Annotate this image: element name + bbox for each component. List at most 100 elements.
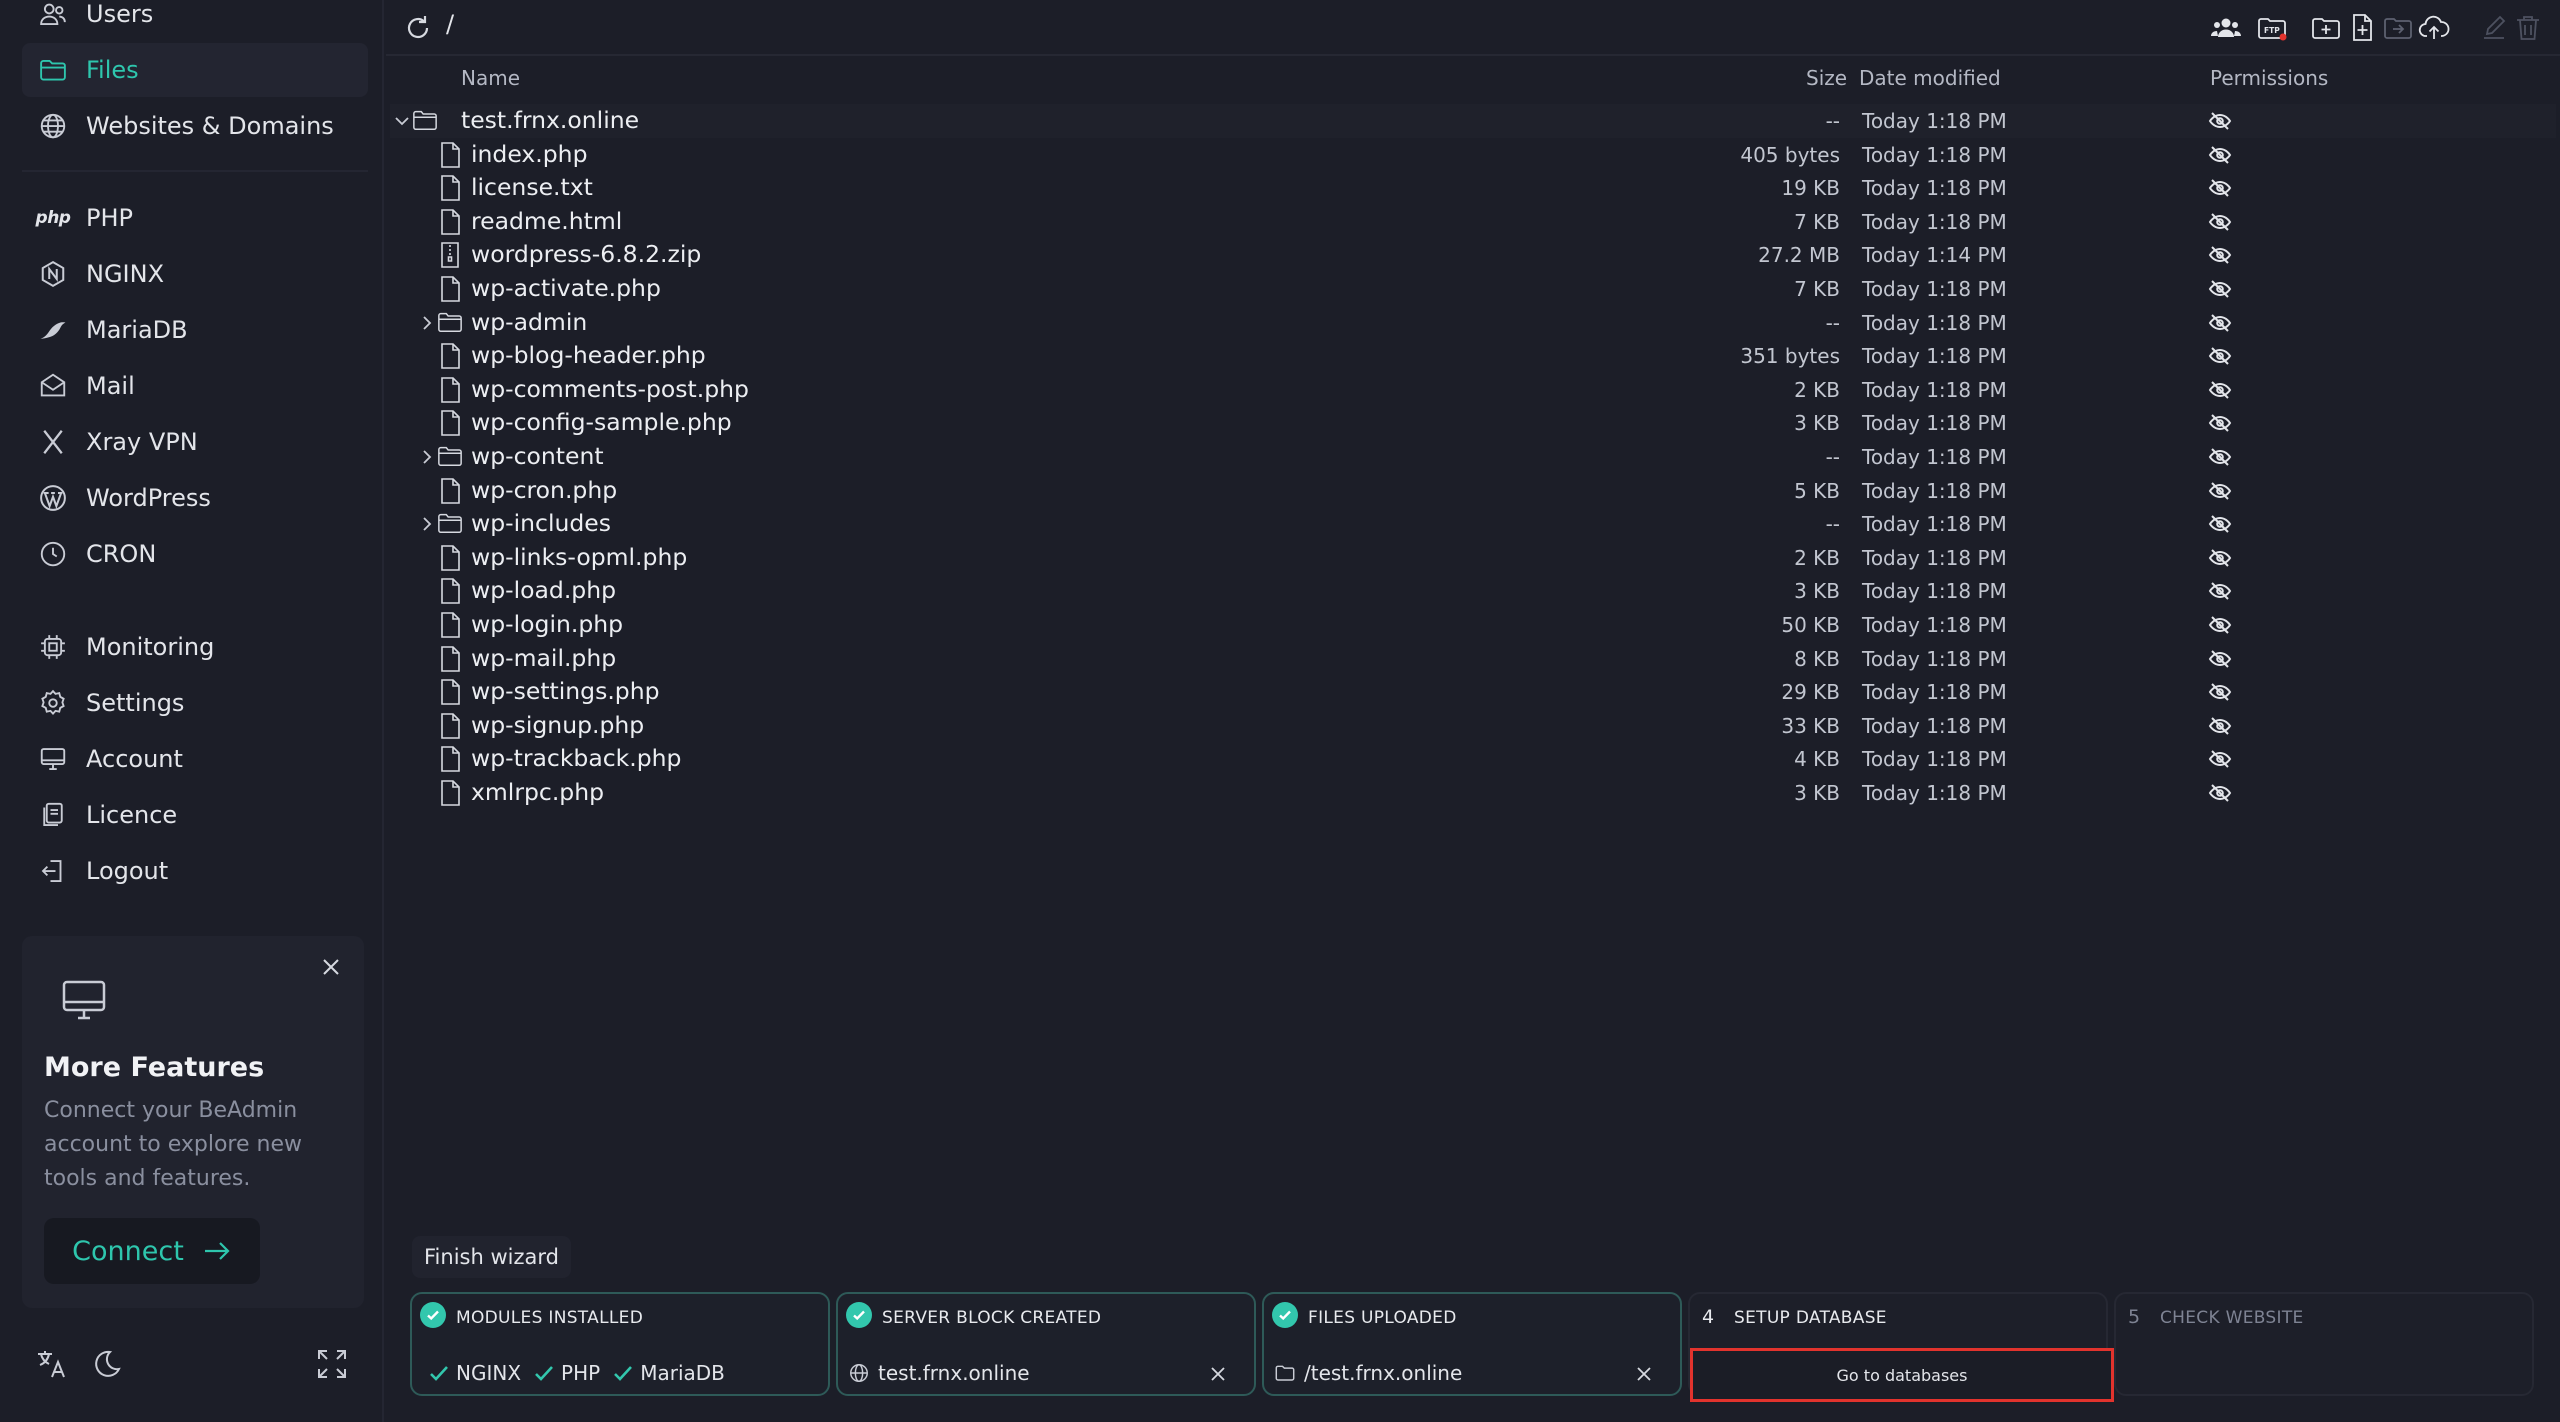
file-row[interactable]: wp-config-sample.php 3 KB Today 1:18 PM: [390, 406, 2556, 440]
file-name: index.php: [471, 139, 588, 168]
sidebar-item-websites[interactable]: Websites & Domains: [22, 99, 368, 153]
eye-off-icon[interactable]: [2208, 714, 2232, 738]
sidebar-item-php[interactable]: php PHP: [22, 191, 368, 245]
column-permissions-header[interactable]: Permissions: [2210, 66, 2328, 90]
chevron-right-icon[interactable]: [417, 514, 437, 534]
translate-icon[interactable]: [34, 1346, 70, 1382]
new-file-icon[interactable]: [2346, 12, 2378, 44]
file-row[interactable]: wordpress-6.8.2.zip 27.2 MB Today 1:14 PM: [390, 238, 2556, 272]
file-row[interactable]: license.txt 19 KB Today 1:18 PM: [390, 171, 2556, 205]
sidebar-item-monitoring[interactable]: Monitoring: [22, 620, 368, 674]
file-row[interactable]: wp-blog-header.php 351 bytes Today 1:18 PM: [390, 339, 2556, 373]
file-row[interactable]: wp-mail.php 8 KB Today 1:18 PM: [390, 642, 2556, 676]
eye-off-icon[interactable]: [2208, 378, 2232, 402]
server-block-domain: test.frnx.online: [878, 1361, 1030, 1385]
file-row[interactable]: wp-activate.php 7 KB Today 1:18 PM: [390, 272, 2556, 306]
folder-row[interactable]: wp-admin -- Today 1:18 PM: [390, 306, 2556, 340]
sidebar-item-xray-vpn[interactable]: Xray VPN: [22, 415, 368, 469]
sidebar-item-nginx[interactable]: NGINX: [22, 247, 368, 301]
ftp-icon[interactable]: FTP: [2256, 12, 2288, 44]
column-date-header[interactable]: Date modified: [1859, 66, 2001, 90]
eye-off-icon[interactable]: [2208, 445, 2232, 469]
file-size: 2 KB: [1794, 377, 1840, 402]
sidebar-item-users[interactable]: Users: [22, 0, 368, 41]
close-icon[interactable]: [1208, 1364, 1228, 1384]
sidebar-item-mariadb[interactable]: MariaDB: [22, 303, 368, 357]
file-row[interactable]: wp-trackback.php 4 KB Today 1:18 PM: [390, 742, 2556, 776]
sidebar-item-mail[interactable]: Mail: [22, 359, 368, 413]
sidebar-item-logout[interactable]: Logout: [22, 844, 368, 898]
chevron-down-icon[interactable]: [392, 111, 412, 131]
eye-off-icon[interactable]: [2208, 479, 2232, 503]
file-row[interactable]: xmlrpc.php 3 KB Today 1:18 PM: [390, 776, 2556, 810]
file-size: --: [1825, 109, 1840, 133]
file-icon: [437, 409, 463, 437]
file-row[interactable]: wp-login.php 50 KB Today 1:18 PM: [390, 608, 2556, 642]
file-date-modified: Today 1:18 PM: [1862, 478, 2007, 503]
upload-icon[interactable]: [2418, 12, 2450, 44]
file-size: 50 KB: [1781, 613, 1840, 637]
file-row[interactable]: wp-load.php 3 KB Today 1:18 PM: [390, 574, 2556, 608]
users-permissions-icon[interactable]: [2210, 12, 2242, 44]
file-row[interactable]: index.php 405 bytes Today 1:18 PM: [390, 138, 2556, 172]
sidebar-item-label: Logout: [86, 857, 169, 885]
connect-button[interactable]: Connect: [44, 1218, 260, 1284]
file-row[interactable]: wp-links-opml.php 2 KB Today 1:18 PM: [390, 541, 2556, 575]
new-folder-icon[interactable]: [2310, 12, 2342, 44]
eye-off-icon[interactable]: [2208, 243, 2232, 267]
folder-row[interactable]: test.frnx.online -- Today 1:18 PM: [390, 104, 2556, 138]
file-icon: [437, 141, 463, 169]
eye-off-icon[interactable]: [2208, 579, 2232, 603]
sidebar-item-files[interactable]: Files: [22, 43, 368, 97]
column-size-header[interactable]: Size: [1806, 66, 1847, 90]
file-row[interactable]: wp-settings.php 29 KB Today 1:18 PM: [390, 675, 2556, 709]
refresh-icon[interactable]: [402, 12, 434, 44]
folder-row[interactable]: wp-includes -- Today 1:18 PM: [390, 507, 2556, 541]
file-name: wp-config-sample.php: [471, 408, 732, 437]
chevron-right-icon[interactable]: [417, 447, 437, 467]
close-icon[interactable]: [1634, 1364, 1654, 1384]
file-date-modified: Today 1:18 PM: [1862, 209, 2007, 234]
eye-off-icon[interactable]: [2208, 210, 2232, 234]
eye-off-icon[interactable]: [2208, 747, 2232, 771]
chevron-right-icon[interactable]: [417, 313, 437, 333]
file-toolbar: FTP: [386, 0, 2560, 56]
close-icon[interactable]: [316, 952, 346, 982]
fullscreen-icon[interactable]: [314, 1346, 350, 1382]
eye-off-icon[interactable]: [2208, 512, 2232, 536]
eye-off-icon[interactable]: [2208, 680, 2232, 704]
file-row[interactable]: readme.html 7 KB Today 1:18 PM: [390, 205, 2556, 239]
file-size: 4 KB: [1794, 747, 1840, 772]
eye-off-icon[interactable]: [2208, 277, 2232, 301]
file-name: wp-cron.php: [471, 475, 618, 504]
file-row[interactable]: wp-comments-post.php 2 KB Today 1:18 PM: [390, 373, 2556, 407]
eye-off-icon[interactable]: [2208, 344, 2232, 368]
column-name-header[interactable]: Name: [461, 66, 520, 90]
eye-off-icon[interactable]: [2208, 647, 2232, 671]
sidebar-item-account[interactable]: Account: [22, 732, 368, 786]
file-row[interactable]: wp-signup.php 33 KB Today 1:18 PM: [390, 709, 2556, 743]
go-to-databases-button[interactable]: Go to databases: [1690, 1348, 2114, 1402]
file-icon: [437, 174, 463, 202]
eye-off-icon[interactable]: [2208, 311, 2232, 335]
sidebar-item-licence[interactable]: Licence: [22, 788, 368, 842]
eye-off-icon[interactable]: [2208, 546, 2232, 570]
breadcrumb-path[interactable]: /: [446, 10, 454, 38]
file-date-modified: Today 1:18 PM: [1862, 109, 2007, 133]
moon-icon[interactable]: [88, 1346, 124, 1382]
file-row[interactable]: wp-cron.php 5 KB Today 1:18 PM: [390, 474, 2556, 508]
folder-row[interactable]: wp-content -- Today 1:18 PM: [390, 440, 2556, 474]
sidebar-item-cron[interactable]: CRON: [22, 527, 368, 581]
eye-off-icon[interactable]: [2208, 781, 2232, 805]
mail-icon: [36, 369, 70, 403]
check-icon: [846, 1302, 872, 1328]
file-icon: [437, 645, 463, 673]
eye-off-icon[interactable]: [2208, 613, 2232, 637]
file-size: 8 KB: [1794, 646, 1840, 671]
eye-off-icon[interactable]: [2208, 411, 2232, 435]
eye-off-icon[interactable]: [2208, 109, 2232, 133]
eye-off-icon[interactable]: [2208, 143, 2232, 167]
eye-off-icon[interactable]: [2208, 176, 2232, 200]
sidebar-item-wordpress[interactable]: WordPress: [22, 471, 368, 525]
sidebar-item-settings[interactable]: Settings: [22, 676, 368, 730]
